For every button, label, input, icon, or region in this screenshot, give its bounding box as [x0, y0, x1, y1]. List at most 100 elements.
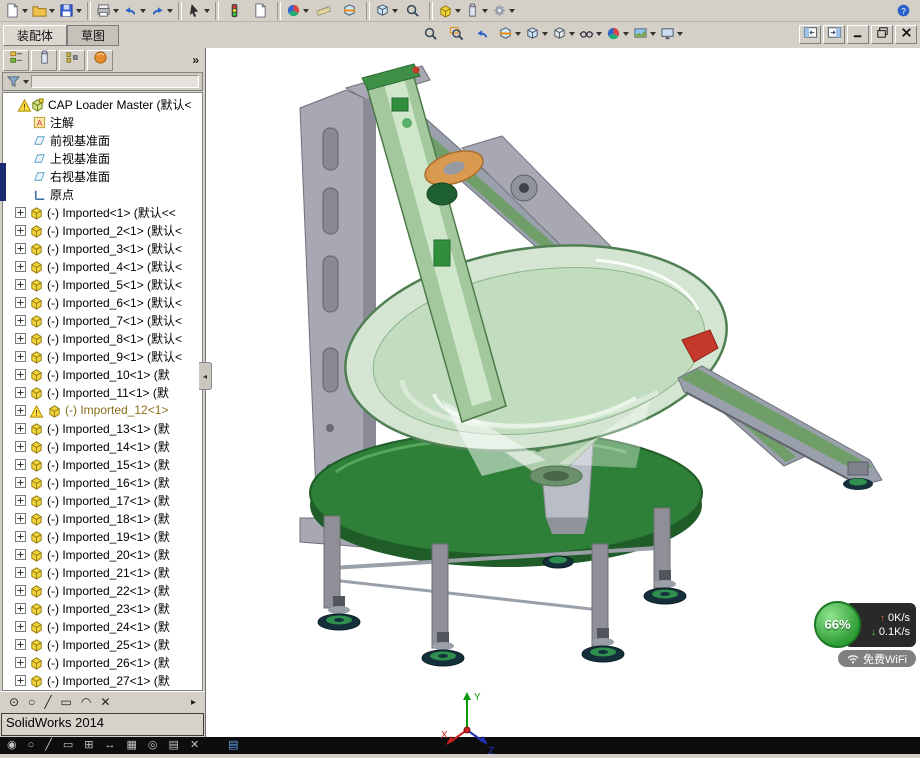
expand-icon[interactable] [15, 386, 26, 398]
view-orientation-button[interactable] [523, 24, 550, 44]
model-track[interactable] [677, 365, 883, 490]
circle-tool-button[interactable]: ○ [28, 740, 35, 751]
line-tool-button[interactable]: ╱ [45, 740, 52, 751]
zoom-area-button[interactable] [444, 24, 470, 44]
free-wifi-button[interactable]: 免费WiFi [838, 650, 916, 667]
arc-tool-button[interactable]: ◠ [81, 695, 91, 709]
model-feet[interactable] [317, 555, 687, 667]
expand-icon[interactable] [15, 422, 26, 434]
pointer-tool-button[interactable]: ◉ [7, 740, 17, 751]
new-button[interactable] [3, 1, 30, 21]
expand-icon[interactable] [15, 458, 26, 470]
tree-item[interactable]: (-) Imported_9<1> (默认< [3, 347, 202, 365]
tree-item[interactable]: (-) Imported_27<1> (默 [3, 671, 202, 689]
measure-button[interactable] [311, 1, 337, 21]
tree-item[interactable]: (-) Imported_5<1> (默认< [3, 275, 202, 293]
propertymanager-tab[interactable] [31, 49, 57, 71]
expand-icon[interactable] [15, 440, 26, 452]
restore-window-button[interactable] [871, 25, 893, 44]
tree-item[interactable]: (-) Imported_6<1> (默认< [3, 293, 202, 311]
tree-item[interactable]: (-) Imported_15<1> (默 [3, 455, 202, 473]
expand-icon[interactable] [15, 404, 26, 416]
open-button[interactable] [30, 1, 57, 21]
select-button[interactable] [185, 1, 212, 21]
previous-view-button[interactable] [470, 24, 496, 44]
minimize-window-button[interactable] [847, 25, 869, 44]
display-style-button[interactable] [550, 24, 577, 44]
tree-item[interactable]: ! (-) Imported_12<1> [3, 401, 202, 419]
tree-root-item[interactable]: ! CAP Loader Master (默认< [3, 95, 202, 113]
help-button[interactable]: ? [891, 1, 917, 21]
zoom-fit-button[interactable] [418, 24, 444, 44]
rectangle-tool-button[interactable]: ▭ [63, 740, 73, 751]
expand-icon[interactable] [15, 602, 26, 614]
dropdown-caret-icon[interactable] [23, 79, 29, 84]
rectangle-tool-button[interactable]: ▭ [61, 695, 72, 709]
tree-item[interactable]: (-) Imported_22<1> (默 [3, 581, 202, 599]
stretch-tool-button[interactable]: ↔ [105, 740, 116, 751]
mate-button[interactable] [463, 1, 490, 21]
expand-icon[interactable] [15, 278, 26, 290]
tree-item[interactable]: (-) Imported_25<1> (默 [3, 635, 202, 653]
expand-icon[interactable] [15, 206, 26, 218]
tree-item[interactable]: (-) Imported_20<1> (默 [3, 545, 202, 563]
tree-item[interactable]: (-) Imported_2<1> (默认< [3, 221, 202, 239]
expand-icon[interactable] [15, 224, 26, 236]
rebuild-button[interactable] [222, 1, 248, 21]
document-tool-button[interactable]: ▤ [228, 740, 238, 751]
view-orientation-button[interactable] [373, 1, 400, 21]
redo-button[interactable] [148, 1, 175, 21]
expand-icon[interactable] [15, 530, 26, 542]
tree-item[interactable]: (-) Imported_23<1> (默 [3, 599, 202, 617]
more-tools-arrow[interactable]: ▸ [191, 697, 196, 708]
tree-item[interactable]: 上视基准面 [3, 149, 202, 167]
insert-component-button[interactable] [436, 1, 463, 21]
tree-item[interactable]: (-) Imported_16<1> (默 [3, 473, 202, 491]
expand-icon[interactable] [15, 566, 26, 578]
expand-icon[interactable] [15, 548, 26, 560]
target-tool-button[interactable]: ◎ [148, 740, 158, 751]
displaymanager-tab[interactable] [87, 49, 113, 71]
edit-appearance-button[interactable] [284, 1, 311, 21]
tree-item[interactable]: (-) Imported_11<1> (默 [3, 383, 202, 401]
tab-assembly[interactable]: 装配体 [3, 25, 68, 46]
filter-input[interactable] [31, 75, 199, 88]
tree-item[interactable]: (-) Imported_24<1> (默 [3, 617, 202, 635]
tree-item[interactable]: (-) Imported_14<1> (默 [3, 437, 202, 455]
expand-icon[interactable] [15, 350, 26, 362]
net-speed-ball[interactable]: 66% [814, 601, 861, 648]
tree-item[interactable]: A 注解 [3, 113, 202, 131]
tree-item[interactable]: (-) Imported_7<1> (默认< [3, 311, 202, 329]
model-canvas[interactable] [206, 48, 920, 737]
expand-icon[interactable] [15, 494, 26, 506]
zoom-to-fit-button[interactable] [400, 1, 426, 21]
grid-tool-button[interactable]: ⊞ [84, 740, 93, 751]
tree-item[interactable]: (-) Imported_3<1> (默认< [3, 239, 202, 257]
circle-tool-button[interactable]: ○ [28, 695, 35, 709]
expand-icon[interactable] [15, 638, 26, 650]
options-button[interactable] [490, 1, 517, 21]
undo-button[interactable] [121, 1, 148, 21]
panel-collapse-handle[interactable]: ◂ [199, 362, 212, 390]
tree-item[interactable]: (-) Imported_26<1> (默 [3, 653, 202, 671]
expand-icon[interactable] [15, 314, 26, 326]
expand-icon[interactable] [15, 584, 26, 596]
expand-icon[interactable] [15, 620, 26, 632]
tree-item[interactable]: (-) Imported_19<1> (默 [3, 527, 202, 545]
tree-item[interactable]: (-) Imported_17<1> (默 [3, 491, 202, 509]
section-view-button[interactable] [337, 1, 363, 21]
expand-icon[interactable] [15, 674, 26, 686]
tree-item[interactable]: (-) Imported_18<1> (默 [3, 509, 202, 527]
fill-tool-button[interactable]: ▦ [127, 740, 137, 751]
layers-tool-button[interactable]: ▤ [169, 740, 179, 751]
expand-icon[interactable] [15, 368, 26, 380]
tree-item[interactable]: 原点 [3, 185, 202, 203]
point-tool-button[interactable]: ⊙ [9, 695, 19, 709]
tree-item[interactable]: (-) Imported_10<1> (默 [3, 365, 202, 383]
edit-appearance-button[interactable] [604, 24, 631, 44]
close-window-button[interactable] [895, 25, 917, 44]
tree-item[interactable]: 前视基准面 [3, 131, 202, 149]
featuremanager-tab[interactable] [3, 49, 29, 71]
expand-icon[interactable] [15, 476, 26, 488]
line-tool-button[interactable]: ╱ [44, 695, 51, 709]
